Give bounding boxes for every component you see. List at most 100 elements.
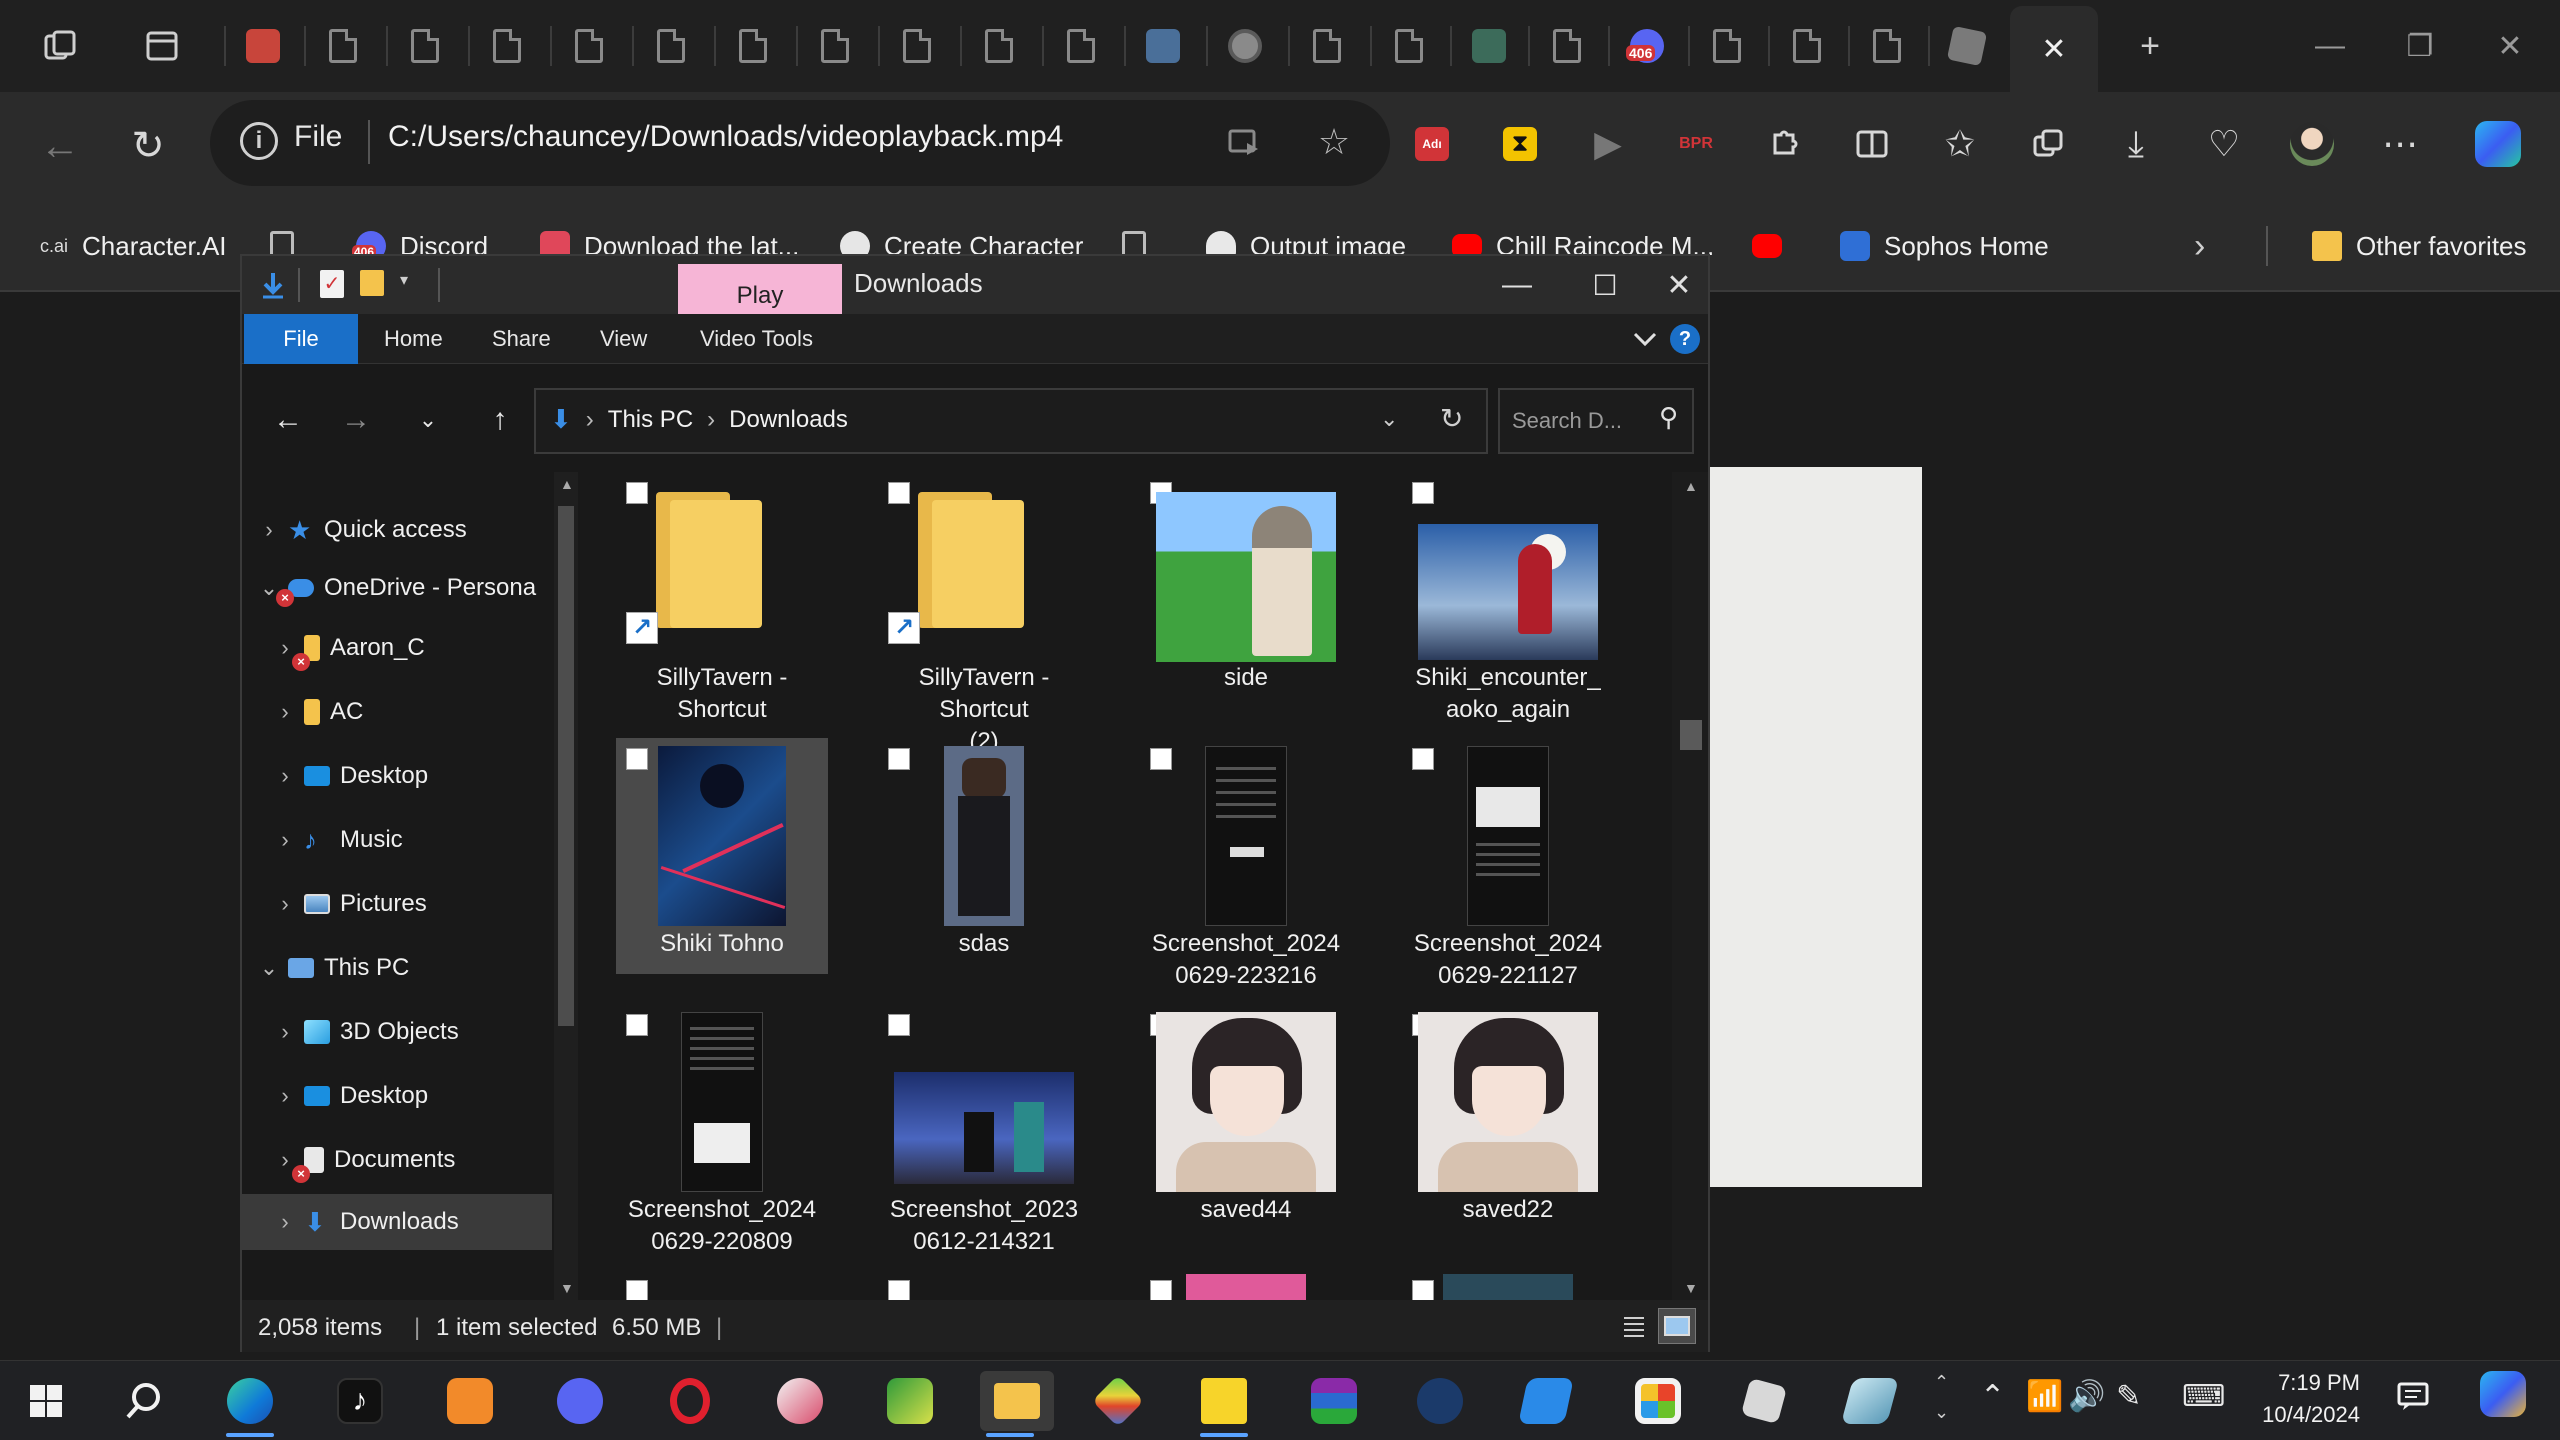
back-button[interactable]: ← [32,118,88,174]
file-item[interactable]: Screenshot_2024 0629-221127 [1402,738,1614,989]
taskbar-tiktok-icon[interactable]: ♪ [330,1371,390,1431]
file-item[interactable]: Screenshot_2023 0612-214321 [878,1004,1090,1255]
properties-check-icon[interactable]: ✓ [320,270,350,300]
browser-tab[interactable] [1042,8,1118,84]
nav-desktop[interactable]: › Desktop [242,748,552,804]
nav-3d-objects[interactable]: › 3D Objects [242,1004,552,1060]
browser-tab[interactable] [878,8,954,84]
item-checkbox[interactable] [888,1014,910,1036]
bpr-extension-icon[interactable]: BPR [1672,120,1720,168]
expand-chevron-icon[interactable]: › [270,891,300,917]
browser-tab[interactable] [1370,8,1446,84]
nav-downloads[interactable]: › ⬇ Downloads [242,1194,552,1250]
expand-chevron-icon[interactable]: › [254,517,284,543]
collections-icon[interactable] [2024,120,2072,168]
file-item[interactable]: ↗ SillyTavern - Shortcut [616,472,828,723]
browser-tab[interactable] [1688,8,1764,84]
tab-actions-icon[interactable] [140,24,184,68]
close-window-button[interactable]: ✕ [2480,24,2540,68]
item-checkbox[interactable] [888,482,910,504]
customize-qa-chevron-icon[interactable]: ▾ [400,270,430,300]
copilot-icon[interactable] [2474,120,2522,168]
taskbar-clock[interactable]: 7:19 PM 10/4/2024 [2240,1367,2360,1431]
browser-tab[interactable] [714,8,790,84]
help-icon[interactable]: ? [1670,324,1700,354]
file-item[interactable]: side [1140,472,1352,708]
file-item[interactable]: saved22 [1402,1004,1614,1240]
explorer-minimize-button[interactable]: — [1482,262,1552,308]
explorer-search-box[interactable]: Search D... ⚲ [1498,388,1694,454]
favorites-icon[interactable]: ✩ [1936,120,1984,168]
browser-tab-active[interactable]: ✕ [2010,6,2098,92]
expand-chevron-icon[interactable]: › [270,763,300,789]
new-folder-icon[interactable] [360,270,390,300]
start-button[interactable] [16,1371,76,1431]
address-bar[interactable]: i File C:/Users/chauncey/Downloads/video… [210,100,1390,186]
taskbar-winrar-icon[interactable] [1304,1371,1364,1431]
taskbar-discord-icon[interactable] [550,1371,610,1431]
expand-chevron-icon[interactable]: › [270,1019,300,1045]
browser-tab[interactable] [796,8,872,84]
item-checkbox[interactable] [626,748,648,770]
taskbar-chart-app-icon[interactable] [880,1371,940,1431]
file-item[interactable] [1140,1270,1352,1300]
tab-play-context[interactable]: Play [678,264,842,320]
search-icon[interactable] [114,1371,174,1431]
browser-tab[interactable] [1928,8,2004,84]
browser-tab[interactable] [1124,8,1200,84]
ribbon-tab-home[interactable]: Home [364,314,463,364]
extensions-puzzle-icon[interactable] [1760,120,1808,168]
ribbon-tab-share[interactable]: Share [472,314,571,364]
restore-button[interactable]: ❐ [2390,24,2450,68]
file-scroll-thumb[interactable] [1680,720,1702,750]
taskbar-glass-app-icon[interactable] [1840,1371,1900,1431]
expand-ribbon-chevron-icon[interactable] [1630,324,1660,361]
file-item[interactable]: sdas [878,738,1090,974]
address-url[interactable]: C:/Users/chauncey/Downloads/videoplaybac… [388,120,1063,154]
large-icons-view-icon[interactable] [1658,1308,1696,1344]
browser-tab[interactable] [224,8,300,84]
taskbar-file-explorer-icon[interactable] [980,1371,1054,1437]
item-checkbox[interactable] [888,748,910,770]
explorer-forward-button[interactable]: → [334,398,378,442]
ribbon-tab-video-tools[interactable]: Video Tools [680,314,833,364]
nav-music[interactable]: › ♪ Music [242,812,552,868]
expand-chevron-icon[interactable]: › [270,1083,300,1109]
file-item[interactable]: Screenshot_2024 0629-220809 [616,1004,828,1255]
refresh-icon[interactable]: ↻ [1440,402,1463,435]
item-checkbox[interactable] [1150,748,1172,770]
split-screen-icon[interactable] [1848,120,1896,168]
browser-tab[interactable] [1288,8,1364,84]
file-item[interactable]: Shiki_encounter_ aoko_again [1402,472,1614,723]
taskbar-hand-app-icon[interactable] [440,1371,500,1431]
item-checkbox[interactable] [1412,482,1434,504]
taskbar-store-icon[interactable] [1628,1371,1688,1431]
item-checkbox[interactable] [626,1014,648,1036]
ribbon-tab-view[interactable]: View [580,314,667,364]
item-checkbox[interactable] [888,1280,910,1300]
ribbon-tab-file[interactable]: File [244,314,358,364]
nav-pictures[interactable]: › Pictures [242,876,552,932]
details-view-icon[interactable] [1620,1312,1648,1340]
browser-tab[interactable]: 406 [1608,8,1684,84]
collapse-chevron-icon[interactable]: ⌄ [254,955,284,981]
taskbar-sticky-notes-icon[interactable] [1194,1371,1254,1437]
item-checkbox[interactable] [626,1280,648,1300]
browser-tab[interactable] [304,8,380,84]
item-checkbox[interactable] [1412,1280,1434,1300]
explorer-close-button[interactable]: ✕ [1644,262,1714,308]
explorer-back-button[interactable]: ← [266,398,310,442]
quick-access-download-icon[interactable] [258,270,288,300]
nav-onedrive[interactable]: ⌄ × OneDrive - Persona [242,560,552,616]
file-item[interactable]: saved44 [1140,1004,1352,1240]
favorite-star-icon[interactable]: ☆ [1310,118,1358,166]
nav-this-pc[interactable]: ⌄ This PC [242,940,552,996]
item-checkbox[interactable] [1150,1280,1172,1300]
explorer-path-bar[interactable]: ⬇ › This PC › Downloads ⌄ ↻ [534,388,1488,454]
file-item[interactable] [878,1270,1090,1300]
keyboard-icon[interactable]: ⌨ [2182,1379,2225,1414]
close-tab-icon[interactable]: ✕ [2041,32,2066,67]
browser-tab[interactable] [1206,8,1282,84]
path-dropdown-chevron-icon[interactable]: ⌄ [1380,406,1398,432]
adblock-extension-icon[interactable]: Adı [1408,120,1456,168]
